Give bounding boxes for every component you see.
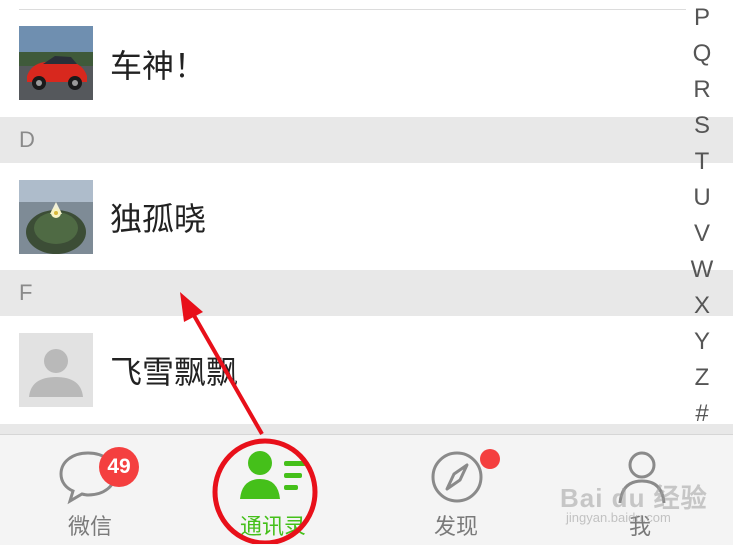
- tab-label: 微信: [67, 515, 112, 540]
- index-letter[interactable]: R: [687, 76, 717, 104]
- tab-label: 通讯录: [239, 515, 306, 540]
- section-letter: D: [19, 127, 35, 152]
- section-letter: F: [19, 280, 33, 305]
- tab-discover[interactable]: 发现: [366, 435, 546, 545]
- section-header-d: D: [0, 117, 733, 163]
- default-person-avatar: [19, 333, 93, 407]
- contact-row-3[interactable]: 飞雪飘飘: [0, 316, 700, 426]
- contact-row-2[interactable]: 独孤晓: [0, 163, 700, 273]
- index-letter[interactable]: W: [687, 256, 717, 284]
- contact-name: 飞雪飘飘: [110, 353, 239, 391]
- compass-icon: [431, 451, 483, 503]
- tab-contacts[interactable]: 通讯录: [183, 435, 363, 545]
- section-header-f: F: [0, 270, 733, 316]
- index-letter[interactable]: P: [687, 4, 717, 32]
- alphabet-index-bar[interactable]: P Q R S T U V W X Y Z #: [687, 0, 733, 434]
- tab-label: 发现: [433, 515, 478, 540]
- unread-badge: 49: [99, 447, 139, 487]
- car-photo-avatar: [19, 26, 93, 100]
- index-letter[interactable]: S: [687, 112, 717, 140]
- index-letter[interactable]: X: [687, 292, 717, 320]
- baidu-watermark-url: jingyan.baidu.com: [566, 510, 671, 525]
- contact-name: 车神！: [110, 47, 207, 85]
- index-letter[interactable]: Z: [687, 364, 717, 392]
- index-letter[interactable]: V: [687, 220, 717, 248]
- notification-dot: [480, 449, 500, 469]
- index-letter[interactable]: Y: [687, 328, 717, 356]
- index-letter[interactable]: #: [687, 400, 717, 428]
- index-letter[interactable]: U: [687, 184, 717, 212]
- tab-wechat[interactable]: 49 微信: [0, 435, 180, 545]
- index-letter[interactable]: T: [687, 148, 717, 176]
- index-letter[interactable]: Q: [687, 40, 717, 68]
- contact-row-1[interactable]: 车神！: [0, 10, 700, 120]
- contacts-icon: [240, 451, 306, 499]
- contact-name: 独孤晓: [110, 200, 207, 238]
- cactus-photo-avatar: [19, 180, 93, 254]
